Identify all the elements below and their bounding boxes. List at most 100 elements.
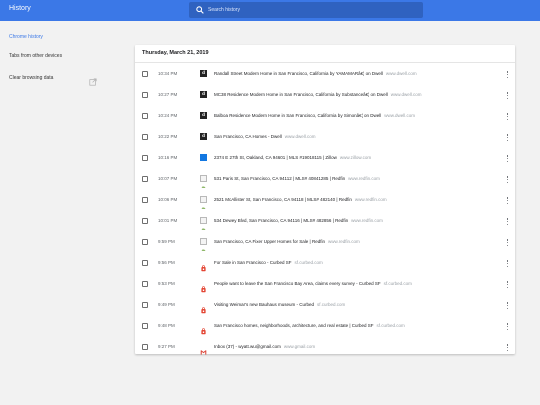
entry-link[interactable]: For Sale in San Francisco - Curbed SF sf.…	[214, 260, 323, 265]
entry-domain: sf.curbed.com	[383, 281, 412, 286]
gmail-icon	[200, 343, 207, 355]
entry-time: 10:27 PM	[158, 92, 178, 97]
history-entry[interactable]: 9:53 PM People want to leave the San Fran…	[135, 277, 515, 293]
search-input[interactable]	[208, 7, 408, 13]
more-actions-icon[interactable]	[506, 280, 509, 289]
more-actions-icon[interactable]	[506, 238, 509, 247]
entry-link[interactable]: San Francisco homes, neighborhoods, arch…	[214, 323, 405, 328]
entry-title[interactable]: MC38 Residence Modern Home in San Franci…	[214, 92, 388, 97]
entry-domain: sf.curbed.com	[317, 302, 346, 307]
entry-time: 9:27 PM	[158, 344, 175, 349]
entry-domain: www.redfin.com	[348, 176, 380, 181]
more-actions-icon[interactable]	[506, 259, 509, 268]
entry-link[interactable]: People want to leave the San Francisco B…	[214, 281, 412, 286]
entry-title[interactable]: 2521 McAllister St, San Francisco, CA 94…	[214, 197, 352, 202]
history-entry[interactable]: 9:59 PM San Francisco, CA Fixer Upper Hom…	[135, 235, 515, 251]
more-actions-icon[interactable]	[506, 70, 509, 79]
dwell-icon: d	[200, 112, 207, 119]
entry-checkbox[interactable]	[142, 323, 148, 329]
entry-title[interactable]: San Francisco homes, neighborhoods, arch…	[214, 323, 374, 328]
entry-checkbox[interactable]	[142, 176, 148, 182]
more-actions-icon[interactable]	[506, 112, 509, 121]
entry-checkbox[interactable]	[142, 134, 148, 140]
more-actions-icon[interactable]	[506, 133, 509, 142]
entry-link[interactable]: Visiting Weimar's new Bauhaus museum - C…	[214, 302, 345, 307]
history-entry[interactable]: 10:06 PM 2521 McAllister St, San Francisc…	[135, 193, 515, 209]
entry-domain: www.dwell.com	[284, 134, 316, 139]
dwell-icon: d	[200, 133, 207, 140]
more-actions-icon[interactable]	[506, 91, 509, 100]
entry-checkbox[interactable]	[142, 281, 148, 287]
history-entry[interactable]: 10:07 PM 531 Paris St, San Francisco, CA …	[135, 172, 515, 188]
entry-link[interactable]: 2521 McAllister St, San Francisco, CA 94…	[214, 197, 387, 202]
entry-time: 10:01 PM	[158, 218, 178, 223]
history-entry[interactable]: 10:22 PM d San Francisco, CA Homes - Dwell…	[135, 130, 515, 146]
more-actions-icon[interactable]	[506, 217, 509, 226]
entry-title[interactable]: Randall Street Modern Home in San Franci…	[214, 71, 383, 76]
entry-checkbox[interactable]	[142, 302, 148, 308]
entry-time: 9:49 PM	[158, 302, 175, 307]
entry-domain: www.gmail.com	[283, 344, 316, 349]
entry-title[interactable]: For Sale in San Francisco - Curbed SF	[214, 260, 292, 265]
history-entry[interactable]: 10:24 PM d Balboa Residence Modern Home in…	[135, 109, 515, 125]
entry-time: 9:56 PM	[158, 260, 175, 265]
more-actions-icon[interactable]	[506, 343, 509, 352]
entry-checkbox[interactable]	[142, 218, 148, 224]
entry-title[interactable]: San Francisco, CA Fixer Upper Homes for …	[214, 239, 325, 244]
sidebar-item-tabs-from-other-devices[interactable]: Tabs from other devices	[9, 53, 62, 59]
app-title: History	[9, 5, 31, 12]
more-actions-icon[interactable]	[506, 196, 509, 205]
entry-checkbox[interactable]	[142, 239, 148, 245]
entry-domain: www.dwell.com	[390, 92, 422, 97]
broken-image-icon	[200, 217, 207, 230]
history-entry[interactable]: 10:27 PM d MC38 Residence Modern Home in S…	[135, 88, 515, 104]
entry-title[interactable]: 534 Dewey Blvd, San Francisco, CA 94116 …	[214, 218, 348, 223]
entry-checkbox[interactable]	[142, 197, 148, 203]
sidebar-item-clear-browsing-data[interactable]: Clear browsing data	[9, 75, 53, 81]
dwell-icon: d	[200, 70, 207, 77]
more-actions-icon[interactable]	[506, 175, 509, 184]
entry-title[interactable]: 531 Paris St, San Francisco, CA 94112 | …	[214, 176, 345, 181]
entry-time: 9:48 PM	[158, 323, 175, 328]
entry-domain: www.redfin.com	[351, 218, 383, 223]
entry-time: 10:22 PM	[158, 134, 178, 139]
entry-link[interactable]: Randall Street Modern Home in San Franci…	[214, 71, 417, 76]
entry-domain: www.zillow.com	[339, 155, 372, 160]
history-entry[interactable]: 10:34 PM d Randall Street Modern Home in S…	[135, 67, 515, 83]
entry-title[interactable]: 2374 E 27th St, Oakland, CA 94601 | MLS …	[214, 155, 337, 160]
more-actions-icon[interactable]	[506, 154, 509, 163]
more-actions-icon[interactable]	[506, 301, 509, 310]
entry-link[interactable]: MC38 Residence Modern Home in San Franci…	[214, 92, 422, 97]
entry-checkbox[interactable]	[142, 260, 148, 266]
entry-title[interactable]: Inbox (37) - wyatt.wu@gmail.com	[214, 344, 281, 349]
search-icon[interactable]	[195, 6, 204, 15]
entry-time: 10:16 PM	[158, 155, 178, 160]
entry-title[interactable]: Visiting Weimar's new Bauhaus museum - C…	[214, 302, 314, 307]
entry-link[interactable]: Inbox (37) - wyatt.wu@gmail.com www.gmail…	[214, 344, 315, 349]
entry-checkbox[interactable]	[142, 155, 148, 161]
entry-link[interactable]: San Francisco, CA Homes - Dwell www.dwell…	[214, 134, 316, 139]
entry-link[interactable]: 531 Paris St, San Francisco, CA 94112 | …	[214, 176, 380, 181]
more-actions-icon[interactable]	[506, 322, 509, 331]
entry-time: 9:53 PM	[158, 281, 175, 286]
history-entry[interactable]: 10:16 PM 2374 E 27th St, Oakland, CA 9460…	[135, 151, 515, 167]
entry-title[interactable]: Balboa Residence Modern Home in San Fran…	[214, 113, 381, 118]
history-entry[interactable]: 9:56 PM For Sale in San Francisco - Curbe…	[135, 256, 515, 272]
entry-link[interactable]: Balboa Residence Modern Home in San Fran…	[214, 113, 415, 118]
entry-link[interactable]: 2374 E 27th St, Oakland, CA 94601 | MLS …	[214, 155, 371, 160]
sidebar-item-chrome-history[interactable]: Chrome history	[9, 34, 43, 40]
history-entry[interactable]: 9:27 PM Inbox (37) - wyatt.wu@gmail.com ww…	[135, 340, 515, 356]
entry-link[interactable]: San Francisco, CA Fixer Upper Homes for …	[214, 239, 360, 244]
history-entry[interactable]: 9:49 PM Visiting Weimar's new Bauhaus mus…	[135, 298, 515, 314]
dwell-icon: d	[200, 91, 207, 98]
entry-checkbox[interactable]	[142, 113, 148, 119]
entry-checkbox[interactable]	[142, 344, 148, 350]
entry-checkbox[interactable]	[142, 71, 148, 77]
entry-checkbox[interactable]	[142, 92, 148, 98]
entry-title[interactable]: People want to leave the San Francisco B…	[214, 281, 381, 286]
entry-title[interactable]: San Francisco, CA Homes - Dwell	[214, 134, 282, 139]
history-entry[interactable]: 9:48 PM San Francisco homes, neighborhood…	[135, 319, 515, 335]
history-entry[interactable]: 10:01 PM 534 Dewey Blvd, San Francisco, C…	[135, 214, 515, 230]
entry-link[interactable]: 534 Dewey Blvd, San Francisco, CA 94116 …	[214, 218, 383, 223]
search-box[interactable]	[189, 2, 423, 18]
